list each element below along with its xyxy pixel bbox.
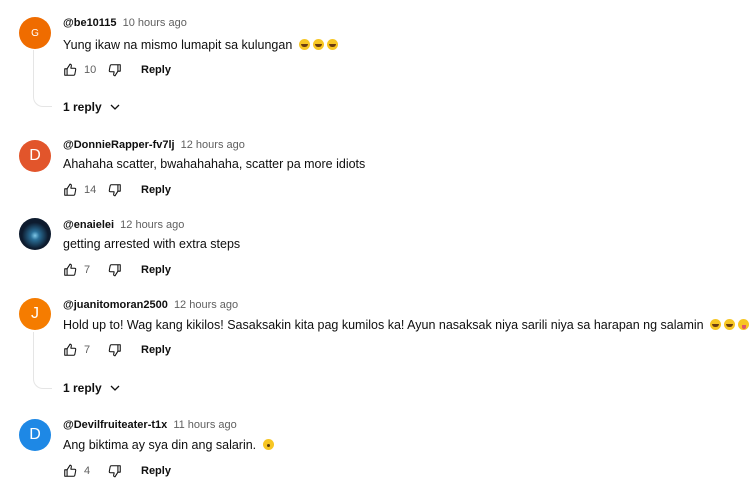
rofl-emoji <box>298 39 310 50</box>
author-handle[interactable]: @be10115 <box>63 17 117 29</box>
reply-button[interactable]: Reply <box>141 344 171 356</box>
thumb-down-icon[interactable] <box>108 263 122 277</box>
avatar[interactable]: J <box>19 298 51 330</box>
author-handle[interactable]: @juanitomoran2500 <box>63 299 168 311</box>
astonished-emoji <box>262 439 274 450</box>
comment-text: getting arrested with extra steps <box>63 237 241 251</box>
thumb-down-icon[interactable] <box>108 464 122 478</box>
avatar[interactable]: D <box>19 419 51 451</box>
timestamp[interactable]: 12 hours ago <box>181 139 245 151</box>
view-replies-button[interactable]: 1 reply <box>63 381 121 395</box>
thumb-up-icon[interactable] <box>63 63 77 77</box>
avatar[interactable] <box>19 218 51 250</box>
reply-button[interactable]: Reply <box>141 64 171 76</box>
thumb-up-icon[interactable] <box>63 464 77 478</box>
comment-header: @be10115 10 hours ago <box>63 17 187 29</box>
comment-header: @DonnieRapper-fv7lj 12 hours ago <box>63 139 245 151</box>
comment-actions: 7 Reply <box>63 341 171 359</box>
like-count: 7 <box>84 264 91 276</box>
comment-text: Hold up to! Wag kang kikilos! Sasaksakin… <box>63 318 750 332</box>
like-count: 10 <box>84 64 97 76</box>
comment-header: @enaielei 12 hours ago <box>63 219 184 231</box>
zany-face-emoji <box>738 319 750 330</box>
comment-text: Yung ikaw na mismo lumapit sa kulungan <box>63 38 338 52</box>
timestamp[interactable]: 10 hours ago <box>123 17 187 29</box>
timestamp[interactable]: 11 hours ago <box>173 419 236 431</box>
thumb-down-icon[interactable] <box>108 343 122 357</box>
author-handle[interactable]: @Devilfruiteater-t1x <box>63 419 167 431</box>
view-replies-button[interactable]: 1 reply <box>63 100 121 114</box>
comment-text: Ang biktima ay sya din ang salarin. <box>63 438 274 452</box>
comment-actions: 10 Reply <box>63 61 171 79</box>
thumb-down-icon[interactable] <box>108 183 122 197</box>
thread-line <box>33 50 52 107</box>
author-handle[interactable]: @enaielei <box>63 219 114 231</box>
like-count: 4 <box>84 465 91 477</box>
comment-actions: 4 Reply <box>63 462 171 480</box>
chevron-down-icon <box>110 104 120 110</box>
reply-button[interactable]: Reply <box>141 264 171 276</box>
rofl-emoji <box>312 39 324 50</box>
like-count: 7 <box>84 344 91 356</box>
like-count: 14 <box>84 184 97 196</box>
comment-actions: 7 Reply <box>63 261 171 279</box>
reply-button[interactable]: Reply <box>141 184 171 196</box>
thumb-up-icon[interactable] <box>63 183 77 197</box>
comment-actions: 14 Reply <box>63 181 171 199</box>
reply-button[interactable]: Reply <box>141 465 171 477</box>
avatar[interactable]: G <box>19 17 51 49</box>
joy-emoji <box>710 319 722 330</box>
author-handle[interactable]: @DonnieRapper-fv7lj <box>63 139 175 151</box>
avatar[interactable]: D <box>19 140 51 172</box>
chevron-down-icon <box>110 385 120 391</box>
thread-line <box>33 332 52 389</box>
comment-header: @juanitomoran2500 12 hours ago <box>63 299 238 311</box>
rofl-emoji <box>724 319 736 330</box>
comment-text: Ahahaha scatter, bwahahahaha, scatter pa… <box>63 157 366 171</box>
thumb-up-icon[interactable] <box>63 263 77 277</box>
timestamp[interactable]: 12 hours ago <box>120 219 184 231</box>
timestamp[interactable]: 12 hours ago <box>174 299 238 311</box>
thumb-down-icon[interactable] <box>108 63 122 77</box>
comment-header: @Devilfruiteater-t1x 11 hours ago <box>63 419 237 431</box>
thumb-up-icon[interactable] <box>63 343 77 357</box>
rofl-emoji <box>326 39 338 50</box>
